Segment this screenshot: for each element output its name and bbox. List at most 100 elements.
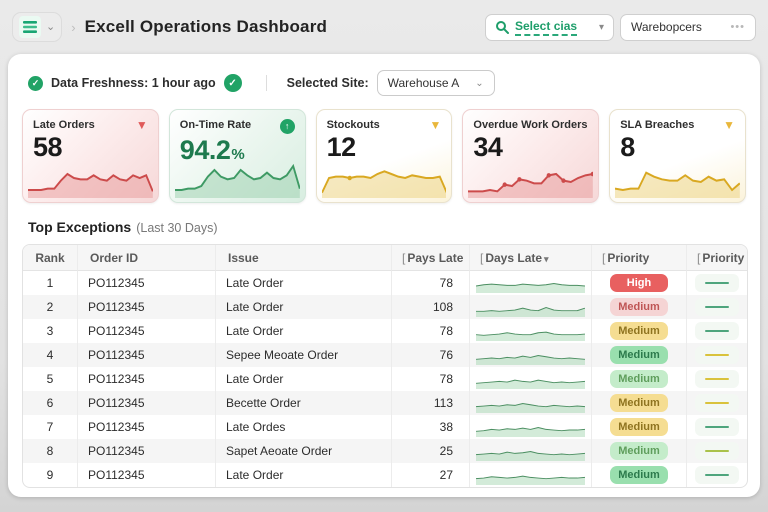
filter-bracket-icon: [ bbox=[402, 250, 406, 265]
kpi-card[interactable]: SLA Breaches ▼ 8 bbox=[609, 109, 746, 203]
kpi-title: Late Orders bbox=[33, 119, 95, 131]
sparkline-cell bbox=[469, 439, 591, 463]
table-row[interactable]: 5 PO112345 Late Order 78 Medium bbox=[23, 367, 747, 391]
chevron-down-icon[interactable]: ⌄ bbox=[475, 78, 483, 89]
priority-cell: High bbox=[591, 271, 686, 295]
kpi-sparkline bbox=[468, 158, 596, 198]
kpi-card[interactable]: On-Time Rate ↑ 94.2 % bbox=[168, 109, 306, 203]
kpi-sparkline bbox=[615, 158, 741, 198]
rank-cell: 6 bbox=[46, 396, 54, 410]
trend-dash-pill bbox=[695, 418, 739, 436]
priority-badge: Medium bbox=[610, 441, 668, 461]
trend-dash-pill bbox=[695, 370, 739, 388]
issue-cell: Late Order bbox=[215, 319, 391, 343]
sort-arrow-icon: ▾ bbox=[544, 253, 549, 264]
top-bar-actions: Select cias ▾ Warebopcers ••• bbox=[485, 13, 756, 41]
priority-cell: Medium bbox=[591, 295, 686, 319]
site-select[interactable]: Warehouse A ⌄ bbox=[376, 70, 495, 96]
column-header[interactable]: [Priority bbox=[591, 245, 686, 271]
trend-cell bbox=[686, 319, 747, 343]
kpi-card[interactable]: Overdue Work Orders 34 bbox=[462, 109, 600, 203]
row-sparkline bbox=[475, 394, 586, 413]
column-header[interactable]: [Priority bbox=[686, 245, 747, 271]
sparkline-cell bbox=[469, 343, 591, 367]
trend-dash-pill bbox=[695, 442, 739, 460]
order-id-cell: PO112345 bbox=[77, 343, 215, 367]
column-header[interactable]: [Days Late ▾ bbox=[469, 245, 591, 271]
table-row[interactable]: 9 PO112345 Late Order 27 Medium bbox=[23, 463, 747, 487]
rank-cell: 5 bbox=[46, 372, 54, 386]
trend-dash-icon bbox=[705, 306, 729, 308]
trend-cell bbox=[686, 463, 747, 487]
column-header[interactable]: Issue bbox=[215, 245, 391, 271]
column-header[interactable]: [Pays Late bbox=[391, 245, 469, 271]
table-body: 1 PO112345 Late Order 78 High 2 PO112345… bbox=[23, 271, 747, 487]
kpi-row: Late Orders ▼ 58 On-Time Rate ↑ 94.2 % S… bbox=[22, 109, 746, 203]
table-row[interactable]: 7 PO112345 Late Ordes 38 Medium bbox=[23, 415, 747, 439]
table-row[interactable]: 3 PO112345 Late Order 78 Medium bbox=[23, 319, 747, 343]
issue-cell: Late Ordes bbox=[215, 415, 391, 439]
kpi-title: SLA Breaches bbox=[620, 119, 695, 131]
column-header-label: Pays Late bbox=[407, 250, 464, 265]
sparkline-cell bbox=[469, 319, 591, 343]
priority-badge: Medium bbox=[610, 417, 668, 437]
kpi-title: Overdue Work Orders bbox=[473, 119, 588, 131]
table-row[interactable]: 1 PO112345 Late Order 78 High bbox=[23, 271, 747, 295]
trend-dash-pill bbox=[695, 346, 739, 364]
rank-cell: 7 bbox=[46, 420, 54, 434]
row-sparkline bbox=[476, 298, 586, 317]
trend-cell bbox=[686, 367, 747, 391]
order-id-cell: PO112345 bbox=[77, 415, 215, 439]
trend-cell bbox=[686, 343, 747, 367]
priority-cell: Medium bbox=[591, 343, 686, 367]
priority-badge: Medium bbox=[610, 297, 668, 317]
column-header-label: Order ID bbox=[90, 250, 139, 265]
chevron-down-icon[interactable]: ⌄ bbox=[46, 21, 55, 33]
selected-site-label: Selected Site: bbox=[286, 76, 369, 90]
select-class-label[interactable]: Select cias bbox=[515, 19, 578, 36]
table-row[interactable]: 6 PO112345 Becette Order 113 Medium bbox=[23, 391, 747, 415]
trend-dash-pill bbox=[695, 274, 739, 292]
warehouse-value-box[interactable]: Warebopcers ••• bbox=[620, 13, 756, 41]
status-bar: ✓ Data Freshness: 1 hour ago ✓ Selected … bbox=[22, 68, 746, 96]
column-header[interactable]: Order ID bbox=[77, 245, 215, 271]
priority-cell: Medium bbox=[591, 463, 686, 487]
order-id-cell: PO112345 bbox=[77, 271, 215, 295]
search-icon bbox=[495, 20, 509, 34]
kpi-title: Stockouts bbox=[326, 119, 380, 131]
chevron-down-icon[interactable]: ▾ bbox=[599, 22, 604, 33]
breadcrumb-separator: › bbox=[71, 19, 76, 35]
class-select-search[interactable]: Select cias ▾ bbox=[485, 13, 614, 41]
kpi-title: On-Time Rate bbox=[179, 119, 252, 131]
top-bar: ⌄ › Excell Operations Dashboard Select c… bbox=[0, 0, 768, 54]
order-id-cell: PO112345 bbox=[77, 439, 215, 463]
section-title: Top Exceptions (Last 30 Days) bbox=[22, 219, 746, 235]
priority-cell: Medium bbox=[591, 319, 686, 343]
sparkline-cell bbox=[469, 367, 591, 391]
filter-triangle-icon[interactable]: ▼ bbox=[723, 119, 735, 131]
priority-cell: Medium bbox=[591, 439, 686, 463]
trend-dash-icon bbox=[705, 474, 729, 476]
kpi-card[interactable]: Late Orders ▼ 58 bbox=[22, 109, 159, 203]
sparkline-cell bbox=[469, 415, 591, 439]
priority-badge: Medium bbox=[610, 369, 668, 389]
row-sparkline bbox=[475, 370, 586, 389]
column-header[interactable]: Rank bbox=[23, 245, 77, 271]
filter-triangle-icon[interactable]: ▼ bbox=[430, 119, 442, 131]
kpi-card[interactable]: Stockouts ▼ 12 bbox=[315, 109, 453, 203]
more-options-icon[interactable]: ••• bbox=[730, 21, 745, 33]
order-id-cell: PO112345 bbox=[77, 319, 215, 343]
app-menu-button[interactable]: ⌄ bbox=[12, 12, 63, 42]
table-row[interactable]: 2 PO112345 Late Order 108 Medium bbox=[23, 295, 747, 319]
verified-check-icon: ✓ bbox=[223, 74, 242, 92]
warehouse-value: Warebopcers bbox=[631, 20, 702, 34]
trend-dash-pill bbox=[695, 322, 739, 340]
trend-up-badge-icon[interactable]: ↑ bbox=[279, 119, 295, 134]
filter-triangle-icon[interactable]: ▼ bbox=[136, 119, 148, 131]
table-row[interactable]: 4 PO112345 Sepee Meoate Order 76 Medium bbox=[23, 343, 747, 367]
days-late-cell: 27 bbox=[391, 463, 469, 487]
issue-cell: Late Order bbox=[215, 271, 391, 295]
priority-cell: Medium bbox=[591, 367, 686, 391]
table-row[interactable]: 8 PO112345 Sapet Aeoate Order 25 Medium bbox=[23, 439, 747, 463]
priority-badge: Medium bbox=[610, 321, 668, 341]
